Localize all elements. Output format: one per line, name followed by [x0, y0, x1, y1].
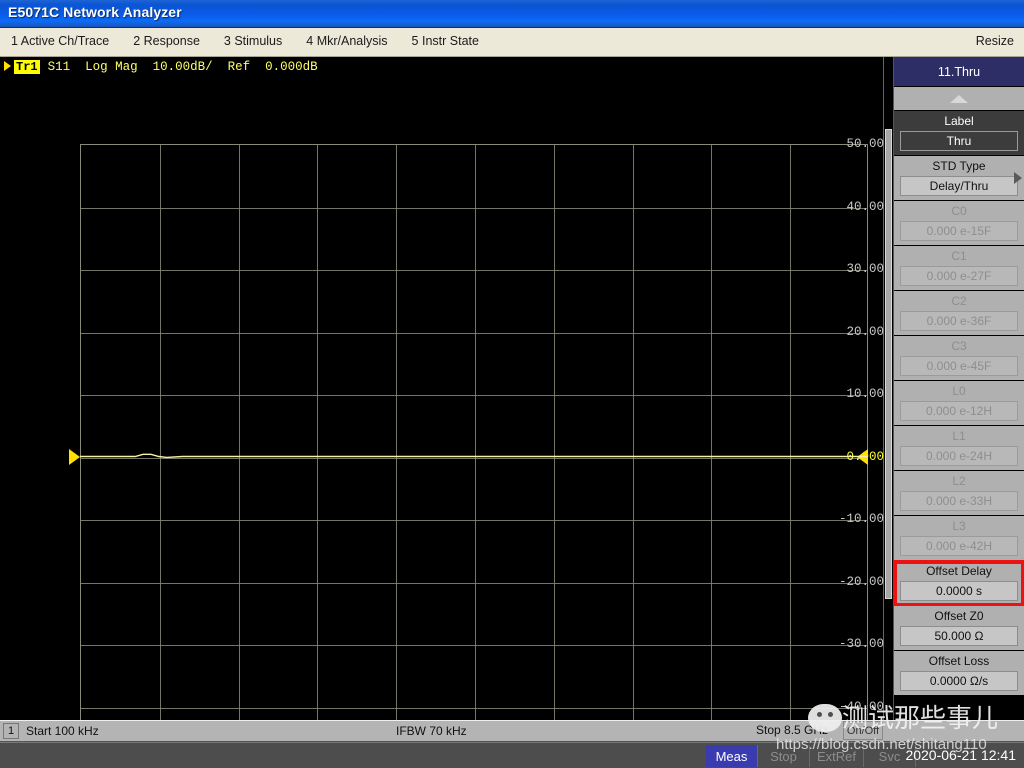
- softkey-c2: C2 0.000 e-36F: [894, 291, 1024, 336]
- instrument-status-buttons: Meas Stop ExtRef Svc: [706, 745, 917, 767]
- menu-item-5[interactable]: 5 Instr State: [409, 33, 482, 49]
- softkey-c0: C0 0.000 e-15F: [894, 201, 1024, 246]
- softkey-value: 0.000 e-45F: [900, 356, 1018, 376]
- start-frequency[interactable]: Start 100 kHz: [26, 724, 99, 738]
- stimulus-status-bar: 1 Start 100 kHz IFBW 70 kHz: [0, 720, 884, 742]
- trace-badge[interactable]: Tr1: [14, 60, 40, 74]
- trace-polyline: [80, 453, 868, 459]
- softkey-label: C0: [951, 204, 967, 218]
- channel-number: 1: [3, 723, 19, 739]
- softkey-label: C2: [951, 294, 967, 308]
- chevron-right-icon: [1014, 172, 1022, 184]
- ifbw-value[interactable]: IFBW 70 kHz: [396, 724, 467, 738]
- softkey-value: 0.000 e-42H: [900, 536, 1018, 556]
- softkey-value: 0.000 e-33H: [900, 491, 1018, 511]
- resize-button[interactable]: Resize: [976, 34, 1014, 48]
- app-window: E5071C Network Analyzer 1 Active Ch/Trac…: [0, 0, 1024, 768]
- window-title: E5071C Network Analyzer: [8, 4, 182, 20]
- scrollbar-thumb[interactable]: [885, 129, 892, 599]
- softkey-value: 0.000 e-27F: [900, 266, 1018, 286]
- softkey-list: Label Thru STD Type Delay/Thru C0 0.000 e-15F…: [893, 111, 1024, 696]
- softkey-label: Label: [944, 114, 974, 128]
- softkey-l1: L1 0.000 e-24H: [894, 426, 1024, 471]
- softkey-value: 0.000 e-12H: [900, 401, 1018, 421]
- softkey-panel-title: 11.Thru: [894, 57, 1024, 87]
- softkey-label: STD Type: [932, 159, 986, 173]
- softkey-value[interactable]: 0.0000 s: [900, 581, 1018, 601]
- menu-item-2[interactable]: 2 Response: [130, 33, 203, 49]
- menu-item-1[interactable]: 1 Active Ch/Trace: [8, 33, 112, 49]
- status-button-extref[interactable]: ExtRef: [810, 745, 865, 767]
- softkey-c3: C3 0.000 e-45F: [894, 336, 1024, 381]
- softkey-offset-z0[interactable]: Offset Z0 50.000 Ω: [894, 606, 1024, 651]
- menu-items: 1 Active Ch/Trace 2 Response 3 Stimulus 4 M…: [8, 33, 482, 49]
- menu-bar: 1 Active Ch/Trace 2 Response 3 Stimulus 4 M…: [0, 28, 1024, 57]
- status-button-meas[interactable]: Meas: [706, 745, 758, 767]
- softkey-label: Offset Z0: [934, 609, 984, 623]
- softkey-offset-loss[interactable]: Offset Loss 0.0000 Ω/s: [894, 651, 1024, 696]
- softkey-scrollbar[interactable]: [884, 57, 894, 720]
- softkey-offset-delay[interactable]: Offset Delay 0.0000 s: [893, 560, 1024, 607]
- softkey-std-type[interactable]: STD Type Delay/Thru: [894, 156, 1024, 201]
- softkey-label: L3: [952, 519, 966, 533]
- title-bar: E5071C Network Analyzer: [0, 0, 1024, 28]
- softkey-l0: L0 0.000 e-12H: [894, 381, 1024, 426]
- softkey-label: C3: [951, 339, 967, 353]
- softkey-label: Offset Loss: [928, 654, 990, 668]
- softkey-label: C1: [951, 249, 967, 263]
- softkey-label[interactable]: Label Thru: [894, 111, 1024, 156]
- status-button-stop[interactable]: Stop: [758, 745, 810, 767]
- plot-area[interactable]: 50.00 40.00 30.00 20.00 10.00 0.000 -10.00 -20.…: [0, 77, 884, 768]
- stop-frequency[interactable]: Stop 8.5 GHz: [756, 723, 828, 737]
- softkey-c1: C1 0.000 e-27F: [894, 246, 1024, 291]
- graph-pane: Tr1 S11 Log Mag 10.00dB/ Ref 0.000dB 50.…: [0, 57, 884, 768]
- softkey-value: 0.000 e-36F: [900, 311, 1018, 331]
- softkey-label: L1: [952, 429, 966, 443]
- stimulus-status-bar-right: [884, 720, 1024, 742]
- trace-curve: [80, 453, 868, 459]
- softkey-value[interactable]: Delay/Thru: [900, 176, 1018, 196]
- instrument-status-bar: Meas Stop ExtRef Svc 2020-06-21 12:41: [0, 742, 1024, 768]
- clock: 2020-06-21 12:41: [905, 747, 1016, 763]
- up-arrow-icon: [950, 94, 968, 103]
- trace-format-info: S11 Log Mag 10.00dB/ Ref 0.000dB: [47, 60, 318, 74]
- softkey-value[interactable]: 50.000 Ω: [900, 626, 1018, 646]
- trace-status-bar[interactable]: Tr1 S11 Log Mag 10.00dB/ Ref 0.000dB: [0, 57, 318, 77]
- menu-item-3[interactable]: 3 Stimulus: [221, 33, 285, 49]
- softkey-value: 0.000 e-15F: [900, 221, 1018, 241]
- softkey-value: 0.000 e-24H: [900, 446, 1018, 466]
- active-trace-arrow-icon: [4, 61, 11, 71]
- softkey-panel: 11.Thru Label Thru STD Type Delay/Thru C0 0.0…: [884, 57, 1024, 720]
- softkey-l2: L2 0.000 e-33H: [894, 471, 1024, 516]
- softkey-value[interactable]: 0.0000 Ω/s: [900, 671, 1018, 691]
- onoff-button[interactable]: On/Off: [843, 721, 883, 740]
- softkey-label: L0: [952, 384, 966, 398]
- menu-item-4[interactable]: 4 Mkr/Analysis: [303, 33, 390, 49]
- softkey-label: L2: [952, 474, 966, 488]
- softkey-value[interactable]: Thru: [900, 131, 1018, 151]
- softkey-l3: L3 0.000 e-42H: [894, 516, 1024, 561]
- softkey-return-button[interactable]: [894, 87, 1024, 111]
- softkey-label: Offset Delay: [926, 564, 992, 578]
